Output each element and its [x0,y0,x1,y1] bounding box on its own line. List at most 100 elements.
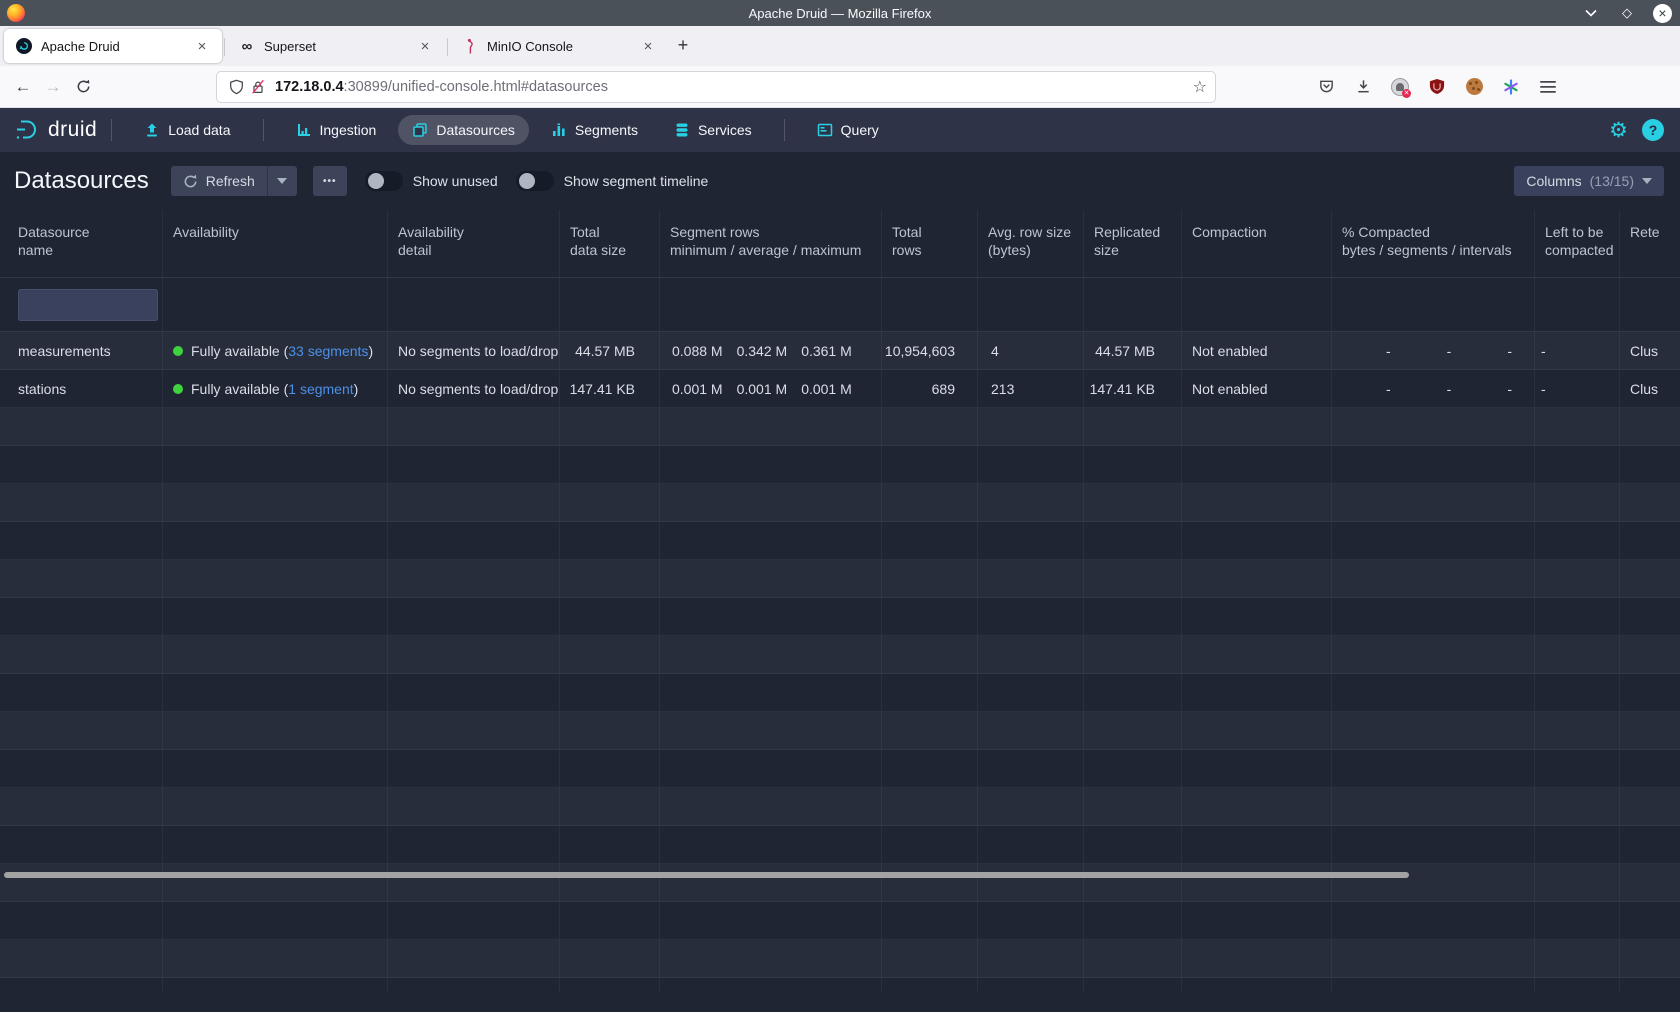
table-row-empty [0,446,1680,484]
close-window-icon[interactable]: × [1653,4,1672,23]
tracking-shield-icon[interactable] [225,76,247,98]
table-row-empty [0,978,1680,993]
tab-label: Apache Druid [41,39,192,54]
column-header-datasource-name[interactable]: Datasourcename [0,210,163,277]
column-header-avg-row-size[interactable]: Avg. row size(bytes) [978,210,1084,277]
load-data-icon [144,122,160,138]
insecure-lock-icon[interactable] [247,76,269,98]
table-filter-row [0,278,1680,332]
columns-count: (13/15) [1590,173,1634,189]
tab-close-icon[interactable]: × [415,36,435,56]
ublock-origin-icon[interactable] [1425,75,1449,99]
table-row-measurements: measurements Fully available (33 segment… [0,332,1680,370]
druid-logo[interactable]: druid [14,117,97,143]
nav-label: Segments [575,122,638,138]
window-title: Apache Druid — Mozilla Firefox [0,6,1680,21]
refresh-dropdown-button[interactable] [267,166,297,196]
forward-icon[interactable]: → [38,72,68,102]
nav-divider [111,119,112,141]
table-row-empty [0,864,1680,902]
page-header: Datasources Refresh ••• Show unused Show… [0,152,1680,210]
back-icon[interactable]: ← [8,72,38,102]
cookie-icon[interactable] [1462,75,1486,99]
refresh-button[interactable]: Refresh [171,166,267,196]
datasource-filter-input[interactable] [18,289,158,321]
nav-datasources[interactable]: Datasources [398,115,529,145]
column-header-availability-detail[interactable]: Availabilitydetail [388,210,560,277]
cell-datasource-name: measurements [0,332,163,369]
cell-left-to-be-compacted: - [1535,370,1620,407]
table-row-empty [0,522,1680,560]
column-header-availability[interactable]: Availability [163,210,388,277]
column-header-retention[interactable]: Rete [1620,210,1680,277]
show-segment-timeline-toggle[interactable] [516,171,554,191]
more-actions-button[interactable]: ••• [313,166,347,196]
column-header-pct-compacted[interactable]: % Compactedbytes / segments / intervals [1332,210,1535,277]
column-header-total-rows[interactable]: Totalrows [882,210,978,277]
url-path: :30899/unified-console.html#datasources [344,79,608,95]
available-status-dot [173,346,183,356]
url-bar[interactable]: 172.18.0.4:30899/unified-console.html#da… [216,71,1216,103]
cell-left-to-be-compacted: - [1535,332,1620,369]
tab-close-icon[interactable]: × [192,36,212,56]
settings-gear-icon[interactable]: ⚙ [1609,120,1628,141]
cell-avg-row-size: 213 [978,370,1084,407]
table-row-empty [0,674,1680,712]
cell-availability: Fully available (1 segment) [163,370,388,407]
tab-close-icon[interactable]: × [638,36,658,56]
table-header: Datasourcename Availability Availability… [0,210,1680,278]
downloads-icon[interactable] [1351,75,1375,99]
cell-pct-compacted: --- [1332,370,1535,407]
nav-query[interactable]: Query [803,115,893,145]
toggle-knob [368,173,384,189]
nav-label: Query [841,122,879,138]
new-tab-button[interactable]: + [668,30,698,60]
cell-pct-compacted: --- [1332,332,1535,369]
cell-total-rows: 689 [882,370,978,407]
segments-link[interactable]: 1 segment [288,381,353,397]
extension-disabled-icon[interactable]: ✕ [1388,75,1412,99]
menu-hamburger-icon[interactable] [1536,75,1560,99]
reload-icon[interactable] [68,72,98,102]
table-body: measurements Fully available (33 segment… [0,332,1680,993]
cell-replicated-size: 44.57 MB [1084,332,1182,369]
column-header-left-to-be-compacted[interactable]: Left to becompacted [1535,210,1620,277]
table-row-empty [0,902,1680,940]
cell-retention: Clus [1620,370,1680,407]
url-text: 172.18.0.4:30899/unified-console.html#da… [275,79,1193,95]
nav-load-data[interactable]: Load data [130,115,244,145]
chevron-down-icon [1642,178,1652,184]
maximize-diamond-icon[interactable]: ◇ [1617,3,1637,23]
nav-ingestion[interactable]: Ingestion [282,115,391,145]
extension-asterisk-icon[interactable] [1499,75,1523,99]
nav-segments[interactable]: Segments [537,115,652,145]
tab-minio-console[interactable]: MinIO Console × [450,29,668,63]
columns-button[interactable]: Columns (13/15) [1514,166,1664,196]
nav-services[interactable]: Services [660,115,766,145]
column-header-replicated-size[interactable]: Replicatedsize [1084,210,1182,277]
help-icon[interactable]: ? [1642,119,1664,141]
column-header-segment-rows[interactable]: Segment rowsminimum / average / maximum [660,210,882,277]
show-unused-toggle[interactable] [365,171,403,191]
cell-availability-detail: No segments to load/drop [388,332,560,369]
horizontal-scrollbar-thumb[interactable] [4,872,1409,878]
minimize-chevron-icon[interactable] [1581,3,1601,23]
column-header-total-data-size[interactable]: Totaldata size [560,210,660,277]
table-row-empty [0,712,1680,750]
cell-segment-rows: 0.001 M0.001 M0.001 M [660,370,882,407]
window-titlebar: Apache Druid — Mozilla Firefox ◇ × [0,0,1680,26]
nav-label: Datasources [436,122,515,138]
druid-navbar: druid Load data Ingestion Datasources Se… [0,108,1680,152]
cell-avg-row-size: 4 [978,332,1084,369]
tab-superset[interactable]: ∞ Superset × [227,29,445,63]
firefox-window: Apache Druid — Mozilla Firefox ◇ × Apach… [0,0,1680,1012]
segments-link[interactable]: 33 segments [288,343,368,359]
column-header-compaction[interactable]: Compaction [1182,210,1332,277]
cell-datasource-name: stations [0,370,163,407]
cell-total-data-size: 44.57 MB [560,332,660,369]
pocket-icon[interactable] [1314,75,1338,99]
bookmark-star-icon[interactable]: ☆ [1193,77,1207,97]
tab-apache-druid[interactable]: Apache Druid × [4,29,222,63]
query-icon [817,122,833,138]
tab-label: Superset [264,39,415,54]
